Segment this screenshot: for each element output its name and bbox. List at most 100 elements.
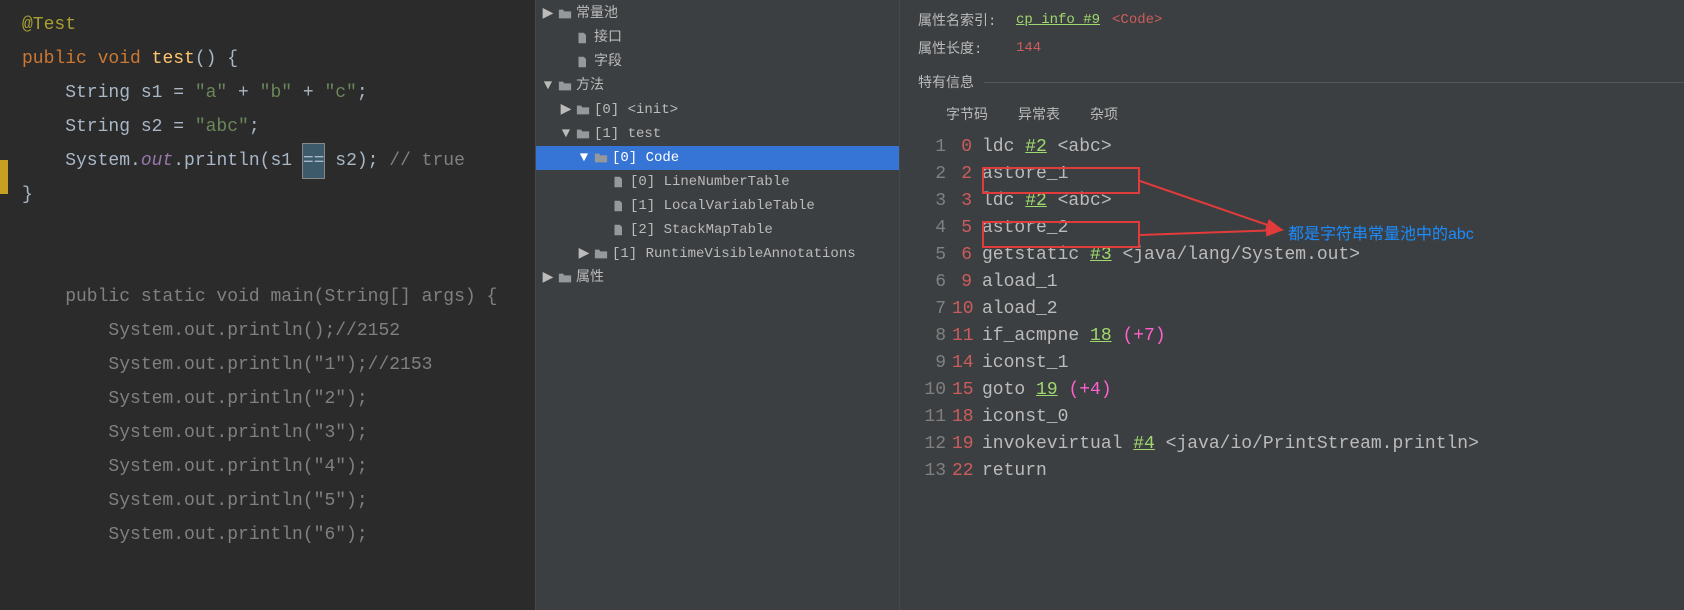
file-icon [576,31,590,45]
bytecode-instruction: iconst_1 [982,350,1068,377]
editor-line[interactable]: System.out.println("2"); [0,382,535,416]
tree-item[interactable]: ▶[0] <init> [536,98,899,122]
class-structure-tree[interactable]: ▶常量池接口字段▼方法▶[0] <init>▼[1] test▼[0] Code… [536,0,900,610]
tree-arrow-icon[interactable]: ▶ [542,2,554,26]
editor-line[interactable]: public static void main(String[] args) { [0,280,535,314]
code-token-field: out [141,151,173,171]
editor-line[interactable]: System.out.println("4"); [0,450,535,484]
bytecode-line-number: 2 [918,161,952,188]
bytecode-token: aload_2 [982,299,1058,319]
attr-index-label: 属性名索引: [918,10,1004,30]
tree-arrow-icon[interactable]: ▶ [542,266,554,290]
bytecode-token: goto [982,380,1036,400]
tree-item-label: 方法 [576,74,604,98]
bytecode-line-number: 12 [918,431,952,458]
tree-item[interactable]: [0] LineNumberTable [536,170,899,194]
cp-ref[interactable]: #2 [1025,191,1047,211]
tree-item[interactable]: ▶[1] RuntimeVisibleAnnotations [536,242,899,266]
folder-icon [558,271,572,285]
bytecode-offset: 2 [952,161,982,188]
editor-line[interactable]: System.out.println("1");//2153 [0,348,535,382]
code-token-punct: + [227,83,259,103]
code-editor[interactable]: @Testpublic void test() { String s1 = "a… [0,0,536,610]
tab-0[interactable]: 字节码 [944,100,990,128]
code-token-comment: System.out.println("1");//2153 [22,355,432,375]
bytecode-row: 1118iconst_0 [918,404,1684,431]
cp-ref[interactable]: #4 [1133,434,1155,454]
bytecode-instruction: astore_2 [982,215,1068,242]
tree-item[interactable]: 字段 [536,50,899,74]
tree-arrow-icon[interactable]: ▶ [578,242,590,266]
bytecode-row: 710aload_2 [918,296,1684,323]
bytecode-offset: 14 [952,350,982,377]
bytecode-line-number: 9 [918,350,952,377]
bytecode-token: <abc> [1047,137,1112,157]
cp-ref[interactable]: #3 [1090,245,1112,265]
bytecode-line-number: 8 [918,323,952,350]
tree-arrow-icon[interactable]: ▶ [560,98,572,122]
attr-index-tag: <Code> [1112,12,1162,28]
jump-ref[interactable]: 18 [1090,326,1112,346]
editor-line[interactable] [0,246,535,280]
bytecode-line-number: 1 [918,134,952,161]
bytecode-offset: 10 [952,296,982,323]
bytecode-line-number: 6 [918,269,952,296]
jump-ref[interactable]: 19 [1036,380,1058,400]
tree-arrow-icon[interactable]: ▼ [560,122,572,146]
bytecode-instruction: ldc #2 <abc> [982,188,1112,215]
tab-2[interactable]: 杂项 [1088,100,1120,128]
cp-ref[interactable]: #2 [1025,137,1047,157]
editor-line[interactable]: String s1 = "a" + "b" + "c"; [0,76,535,110]
tree-item-label: [1] test [594,122,661,146]
file-icon [612,199,626,213]
bytecode-offset: 9 [952,269,982,296]
bytecode-line-number: 11 [918,404,952,431]
editor-line[interactable]: System.out.println("3"); [0,416,535,450]
bytecode-instruction: if_acmpne 18 (+7) [982,323,1166,350]
editor-line[interactable]: System.out.println("6"); [0,518,535,552]
bytecode-token: <abc> [1047,191,1112,211]
bytecode-token: return [982,461,1047,481]
editor-line[interactable]: String s2 = "abc"; [0,110,535,144]
code-token-comment: System.out.println("4"); [22,457,368,477]
code-token-punct: + [292,83,324,103]
code-token-id: test [152,49,195,69]
attr-index-cp[interactable]: cp_info #9 [1016,12,1100,28]
tree-arrow-icon[interactable]: ▼ [578,146,590,170]
offset-ref: (+7) [1122,326,1165,346]
tree-item[interactable]: ▼ [1] test [536,122,899,146]
tree-arrow-icon[interactable]: ▼ [542,74,554,98]
offset-ref: (+4) [1068,380,1111,400]
editor-line[interactable]: System.out.println();//2152 [0,314,535,348]
bytecode-line-number: 10 [918,377,952,404]
tree-item[interactable]: [1] LocalVariableTable [536,194,899,218]
tree-item[interactable]: [2] StackMapTable [536,218,899,242]
attr-len-value: 144 [1016,40,1041,56]
bytecode-instruction: getstatic #3 <java/lang/System.out> [982,242,1360,269]
tab-1[interactable]: 异常表 [1016,100,1062,128]
editor-line[interactable]: System.out.println("5"); [0,484,535,518]
code-token-punct: String s2 = [22,117,195,137]
tree-item[interactable]: ▼[0] Code [536,146,899,170]
editor-line[interactable]: } [0,178,535,212]
tree-item[interactable]: 接口 [536,26,899,50]
tree-item-label: 属性 [576,266,604,290]
tree-item-label: 常量池 [576,2,618,26]
editor-line[interactable]: public void test() { [0,42,535,76]
bytecode-panel: 属性名索引: cp_info #9 <Code> 属性长度: 144 特有信息 … [900,0,1684,610]
bytecode-tabs[interactable]: 字节码异常表杂项 [918,100,1684,128]
bytecode-instruction: iconst_0 [982,404,1068,431]
bytecode-offset: 5 [952,215,982,242]
bytecode-row: 1322return [918,458,1684,485]
editor-line[interactable]: @Test [0,8,535,42]
tree-item[interactable]: ▶ 属性 [536,266,899,290]
tree-item-label: [2] StackMapTable [630,218,773,242]
folder-icon [576,127,590,141]
bytecode-token: <java/io/PrintStream.println> [1155,434,1479,454]
editor-line[interactable]: System.out.println(s1 == s2); // true [0,144,535,178]
tree-item[interactable]: ▶ 常量池 [536,2,899,26]
bytecode-instruction: return [982,458,1047,485]
editor-line[interactable] [0,212,535,246]
tree-item[interactable]: ▼ 方法 [536,74,899,98]
code-token-comment: System.out.println("2"); [22,389,368,409]
